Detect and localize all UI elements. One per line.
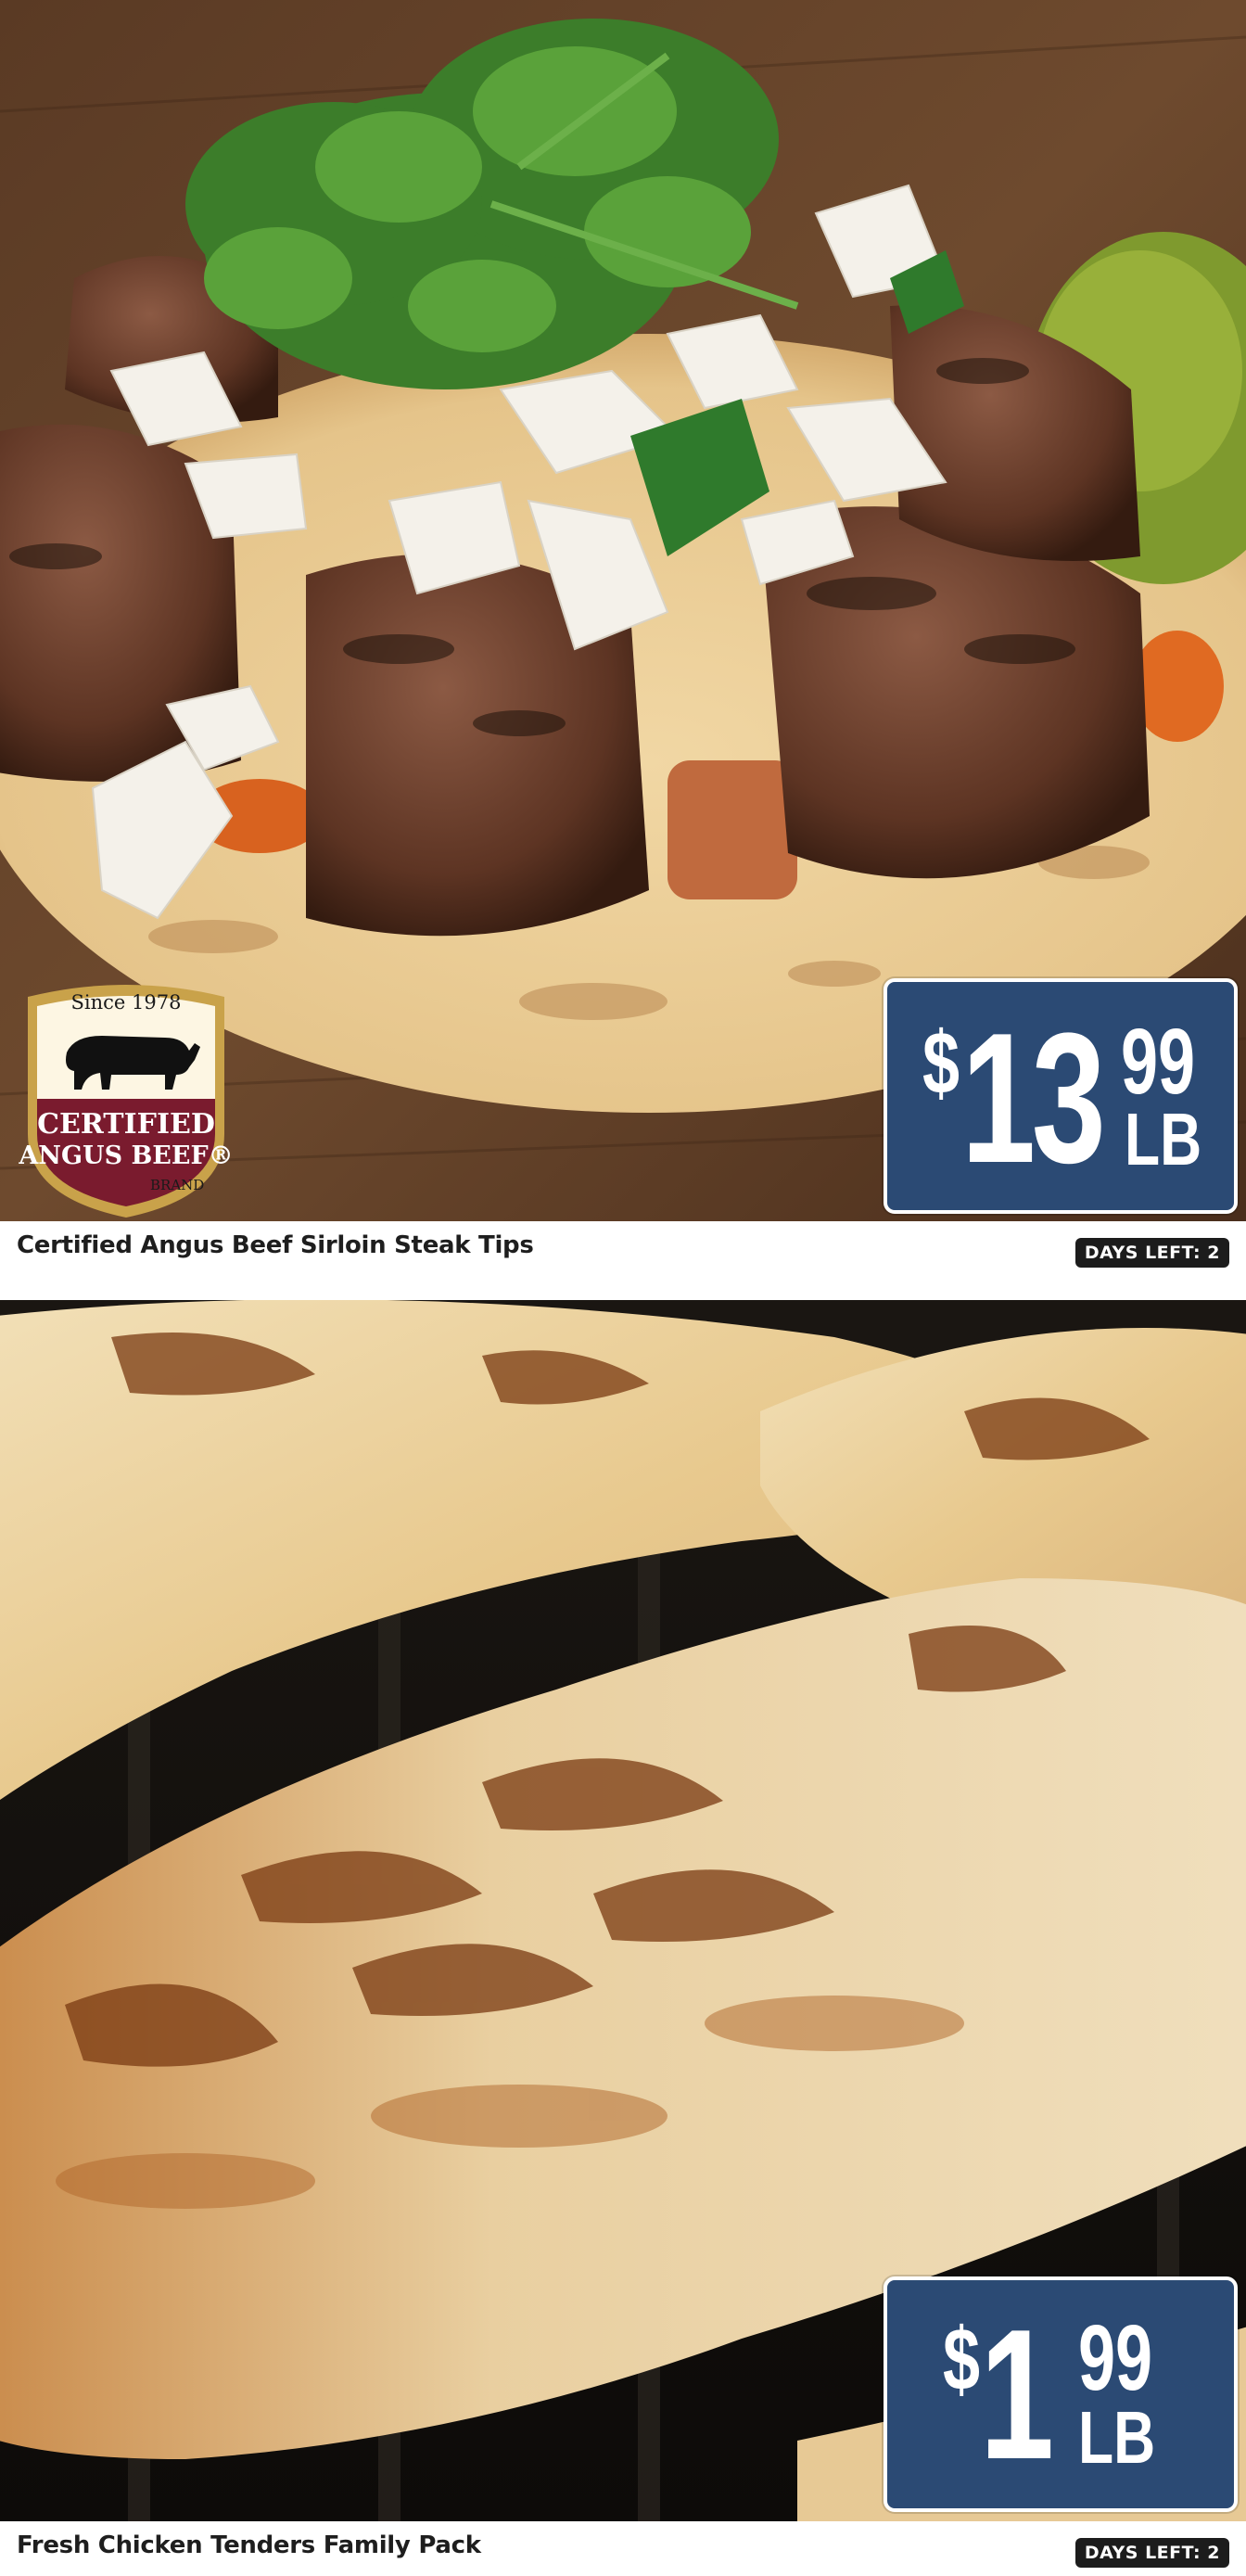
product-name[interactable]: Certified Angus Beef Sirloin Steak Tips [17,1221,534,1269]
logo-badge-shape [28,985,224,1218]
logo-certified-text: CERTIFIED [37,1108,215,1141]
product-card[interactable]: Since 1978 CERTIFIED ANGUS BEEF® BRAND $… [0,0,1246,1300]
price-cents: 99 [1121,1010,1196,1114]
product-name[interactable]: Fresh Chicken Tenders Family Pack [17,2521,481,2570]
product-caption: Fresh Chicken Tenders Family Pack DAYS L… [0,2521,1246,2576]
price-dollars: 13 [961,995,1106,1202]
price-unit: LB [1125,1098,1202,1180]
certified-angus-beef-logo: Since 1978 CERTIFIED ANGUS BEEF® BRAND [9,978,243,1219]
price-unit: LB [1078,2396,1156,2479]
price-tag: $ 13 99 LB [884,978,1238,1214]
days-left-badge: DAYS LEFT: 2 [1074,1238,1229,1268]
price-dollar-sign: $ [943,2310,981,2409]
product-card[interactable]: $ 1 99 LB Fresh Chicken Tenders Family P… [0,1300,1246,2576]
price-dollar-sign: $ [922,1014,960,1113]
days-left-badge: DAYS LEFT: 2 [1074,2538,1229,2568]
price-cents: 99 [1078,2306,1153,2410]
logo-since-text: Since 1978 [70,991,182,1014]
product-caption: Certified Angus Beef Sirloin Steak Tips … [0,1221,1246,1300]
logo-angus-beef-text: ANGUS BEEF® [19,1141,234,1170]
logo-brand-text: BRAND [150,1177,205,1193]
price-dollars: 1 [980,2291,1054,2498]
price-tag: $ 1 99 LB [884,2276,1238,2512]
